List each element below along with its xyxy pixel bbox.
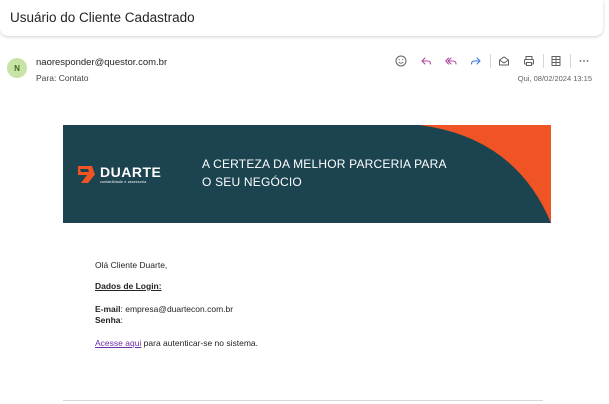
- logo-tagline: contabilidade e assessoria: [100, 180, 147, 184]
- footer-divider: [63, 400, 543, 401]
- mark-unread-icon[interactable]: [496, 53, 512, 69]
- print-icon[interactable]: [521, 53, 537, 69]
- banner-headline-line1: A CERTEZA DA MELHOR PARCERIA PARA: [202, 157, 447, 171]
- reply-icon[interactable]: [418, 53, 434, 69]
- apps-icon[interactable]: [548, 53, 564, 69]
- recipient-name[interactable]: Contato: [59, 73, 89, 83]
- password-label: Senha: [95, 315, 121, 325]
- promo-banner: DUARTE contabilidade e assessoria A CERT…: [63, 125, 551, 223]
- access-link[interactable]: Acesse aqui: [95, 338, 141, 348]
- access-text: para autenticar-se no sistema.: [141, 338, 259, 348]
- reply-all-icon[interactable]: [443, 53, 459, 69]
- email-value: : empresa@duartecon.com.br: [120, 304, 234, 314]
- forward-icon[interactable]: [468, 53, 484, 69]
- sender-avatar[interactable]: N: [7, 58, 27, 78]
- emoji-icon[interactable]: [393, 53, 409, 69]
- duarte-logo-mark-icon: [78, 166, 95, 183]
- to-label: Para:: [36, 73, 57, 83]
- toolbar-separator: [543, 54, 544, 68]
- sender-address[interactable]: naoresponder@questor.com.br: [36, 57, 167, 68]
- greeting-text: Olá Cliente Duarte,: [95, 260, 168, 270]
- toolbar-separator: [570, 54, 571, 68]
- password-line: Senha:: [95, 315, 123, 325]
- recipient-line: Para: Contato: [36, 73, 88, 83]
- banner-headline-line2: O SEU NEGÓCIO: [202, 175, 302, 189]
- banner-headline: A CERTEZA DA MELHOR PARCERIA PARA O SEU …: [202, 155, 462, 191]
- logo-brand: DUARTE: [100, 164, 162, 180]
- email-subject: Usuário do Cliente Cadastrado: [10, 10, 195, 25]
- toolbar-separator: [490, 54, 491, 68]
- more-options-icon[interactable]: [576, 53, 592, 69]
- email-label: E-mail: [95, 304, 121, 314]
- email-line: E-mail: empresa@duartecon.com.br: [95, 304, 233, 314]
- message-date: Qui, 08/02/2024 13:15: [517, 74, 592, 83]
- subject-bar: Usuário do Cliente Cadastrado: [0, 0, 603, 36]
- login-section-title: Dados de Login:: [95, 281, 162, 291]
- access-line: Acesse aqui para autenticar-se no sistem…: [95, 338, 258, 348]
- password-value: :: [120, 315, 123, 325]
